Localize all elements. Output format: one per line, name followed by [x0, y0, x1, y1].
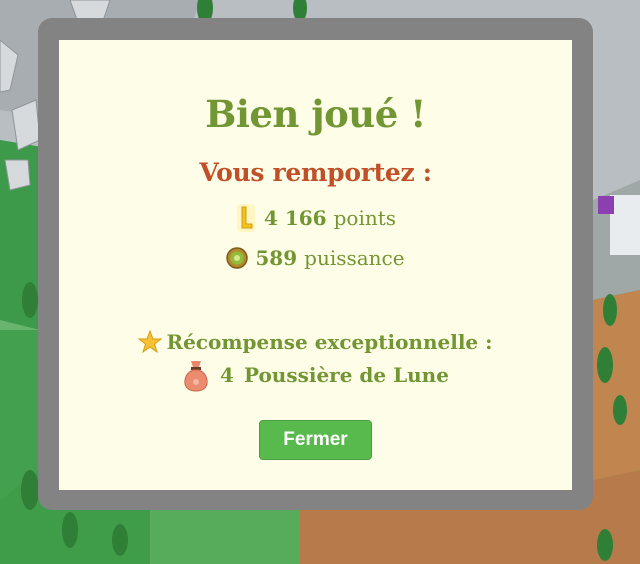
reward-power-row: 589 puissance [59, 246, 572, 270]
moon-dust-label: Poussière de Lune [243, 363, 449, 387]
special-reward-row: Récompense exceptionnelle : [59, 330, 572, 354]
gold-l-token-icon [236, 204, 255, 232]
moon-dust-row: 4 Poussière de Lune [59, 358, 572, 392]
star-icon [138, 330, 163, 354]
power-label: puissance [304, 246, 405, 270]
moon-dust-value: 4 [220, 363, 234, 387]
reward-dialog: Bien joué ! Vous remportez : 4 166 point… [38, 18, 593, 510]
reward-points-row: 4 166 points [59, 203, 572, 233]
reward-panel: Bien joué ! Vous remportez : 4 166 point… [59, 40, 572, 490]
dialog-title: Bien joué ! [205, 92, 426, 136]
moon-dust-bag-icon [184, 361, 208, 392]
dialog-subtitle: Vous remportez : [199, 158, 432, 187]
power-coin-icon [226, 247, 249, 269]
special-reward-label: Récompense exceptionnelle : [166, 330, 493, 354]
points-value: 4 166 [263, 206, 327, 230]
close-button[interactable]: Fermer [259, 420, 372, 460]
power-value: 589 [255, 246, 298, 270]
points-label: points [333, 206, 397, 230]
